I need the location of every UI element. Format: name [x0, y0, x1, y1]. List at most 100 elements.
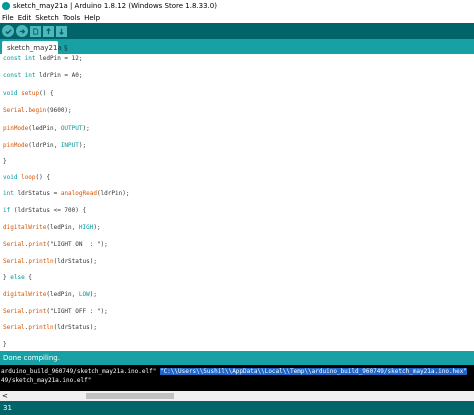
code-line: void setup() { [3, 90, 54, 98]
code-token: OUTPUT [60, 125, 83, 132]
status-bar: Done compiling. [0, 351, 474, 365]
code-token: println [28, 324, 54, 331]
code-token: analogRead [60, 190, 97, 197]
open-button[interactable] [43, 25, 54, 37]
verify-button[interactable] [2, 25, 14, 37]
scroll-left-arrow[interactable]: < [2, 391, 10, 401]
code-line: const int ledPin = 12; [3, 55, 82, 63]
code-line: int ldrStatus = analogRead(ldrPin); [3, 190, 129, 198]
code-line: const int ldrPin = A0; [3, 72, 82, 80]
code-token: () { [35, 174, 50, 181]
code-token: print [28, 308, 47, 315]
code-token: (ldrPin, [28, 142, 61, 149]
code-line: pinMode(ldrPin, INPUT); [3, 142, 86, 150]
code-token: (9600); [46, 107, 72, 114]
open-icon [46, 27, 51, 34]
code-token: ("LIGHT ON : "); [46, 241, 108, 248]
upload-button[interactable] [16, 25, 28, 37]
code-token: begin [28, 107, 47, 114]
code-line: Serial.begin(9600); [3, 107, 72, 115]
code-token: digitalWrite [3, 224, 47, 231]
code-token: ldrStatus = [13, 190, 61, 197]
menu-bar: File Edit Sketch Tools Help [0, 12, 474, 23]
console-line: arduino_build_960749/sketch_may21a.ino.e… [1, 368, 467, 376]
code-token: ("LIGHT OFF : "); [46, 308, 108, 315]
code-token: Serial [3, 308, 25, 315]
arduino-app-icon [2, 2, 10, 10]
tab-label: sketch_may21a § [7, 43, 68, 52]
code-token: () { [39, 90, 54, 97]
code-line: digitalWrite(ledPin, HIGH); [3, 224, 101, 232]
code-line: void loop() { [3, 174, 50, 182]
console-output[interactable]: arduino_build_960749/sketch_may21a.ino.e… [0, 365, 474, 391]
code-token: ldrPin = A0; [35, 72, 83, 79]
verify-icon [4, 28, 12, 34]
code-token: pinMode [3, 125, 29, 132]
code-line: if (ldrStatus <= 700) { [3, 207, 86, 215]
console-line: 49/sketch_may21a.ino.elf" [1, 377, 92, 384]
code-token: pinMode [3, 142, 29, 149]
tab-sketch[interactable]: sketch_may21a § [2, 41, 67, 54]
code-token: INPUT [60, 142, 79, 149]
menu-file[interactable]: File [2, 14, 14, 22]
code-line: pinMode(ledPin, OUTPUT); [3, 125, 90, 133]
code-token: println [28, 258, 54, 265]
save-button[interactable] [56, 25, 67, 37]
status-message: Done compiling. [3, 354, 60, 362]
code-token: { [24, 274, 32, 281]
console-selected-text: "C:\\Users\\Sushil\\AppData\\Local\\Temp… [159, 368, 467, 375]
save-icon [59, 28, 64, 35]
code-token: Serial [3, 258, 25, 265]
code-token: print [28, 241, 47, 248]
menu-sketch[interactable]: Sketch [35, 14, 59, 22]
scroll-thumb[interactable] [86, 393, 174, 399]
code-token: ); [89, 291, 97, 298]
code-token: setup [21, 90, 40, 97]
code-token: (ledPin, [28, 125, 61, 132]
code-token: void [3, 174, 18, 181]
menu-edit[interactable]: Edit [18, 14, 32, 22]
horizontal-scrollbar[interactable]: < [0, 391, 474, 401]
code-token: ); [78, 142, 87, 149]
code-editor[interactable]: const int ledPin = 12; const int ldrPin … [0, 54, 474, 351]
code-token: (ldrStatus <= 700) { [10, 207, 87, 214]
bottom-bar: 31 [0, 401, 474, 415]
console-text: arduino_build_960749/sketch_may21a.ino.e… [1, 368, 160, 375]
code-token: HIGH [78, 224, 94, 231]
code-token: (ldrStatus); [53, 324, 97, 331]
code-token: (ledPin, [46, 291, 79, 298]
new-icon [33, 27, 39, 35]
code-token: Serial [3, 241, 25, 248]
code-token: int [3, 190, 14, 197]
window-title: sketch_may21a | Arduino 1.8.12 (Windows … [13, 2, 217, 10]
code-line: Serial.print("LIGHT ON : "); [3, 241, 108, 249]
code-line: } [3, 158, 7, 165]
code-token: (ldrStatus); [53, 258, 97, 265]
code-token: const int [3, 72, 36, 79]
code-token: const int [3, 55, 36, 62]
code-line: } [3, 341, 7, 348]
code-token: digitalWrite [3, 291, 47, 298]
code-token: ); [82, 125, 90, 132]
menu-tools[interactable]: Tools [63, 14, 80, 22]
code-token: else [10, 274, 25, 281]
tab-bar: sketch_may21a § [0, 39, 474, 54]
new-button[interactable] [30, 25, 41, 37]
code-token: loop [21, 174, 36, 181]
code-token: Serial [3, 107, 25, 114]
code-token: ledPin = 12; [35, 55, 83, 62]
code-token: Serial [3, 324, 25, 331]
code-token: void [3, 90, 18, 97]
title-bar: sketch_may21a | Arduino 1.8.12 (Windows … [0, 0, 474, 12]
code-token: ); [93, 224, 101, 231]
code-line: } else { [3, 274, 32, 282]
code-token: LOW [78, 291, 90, 298]
code-line: Serial.println(ldrStatus); [3, 324, 97, 332]
upload-icon [19, 28, 25, 34]
code-line: digitalWrite(ledPin, LOW); [3, 291, 97, 299]
menu-help[interactable]: Help [84, 14, 100, 22]
code-token: (ldrPin); [96, 190, 130, 197]
code-token: (ledPin, [46, 224, 79, 231]
toolbar [0, 23, 474, 39]
code-line: Serial.print("LIGHT OFF : "); [3, 308, 108, 316]
